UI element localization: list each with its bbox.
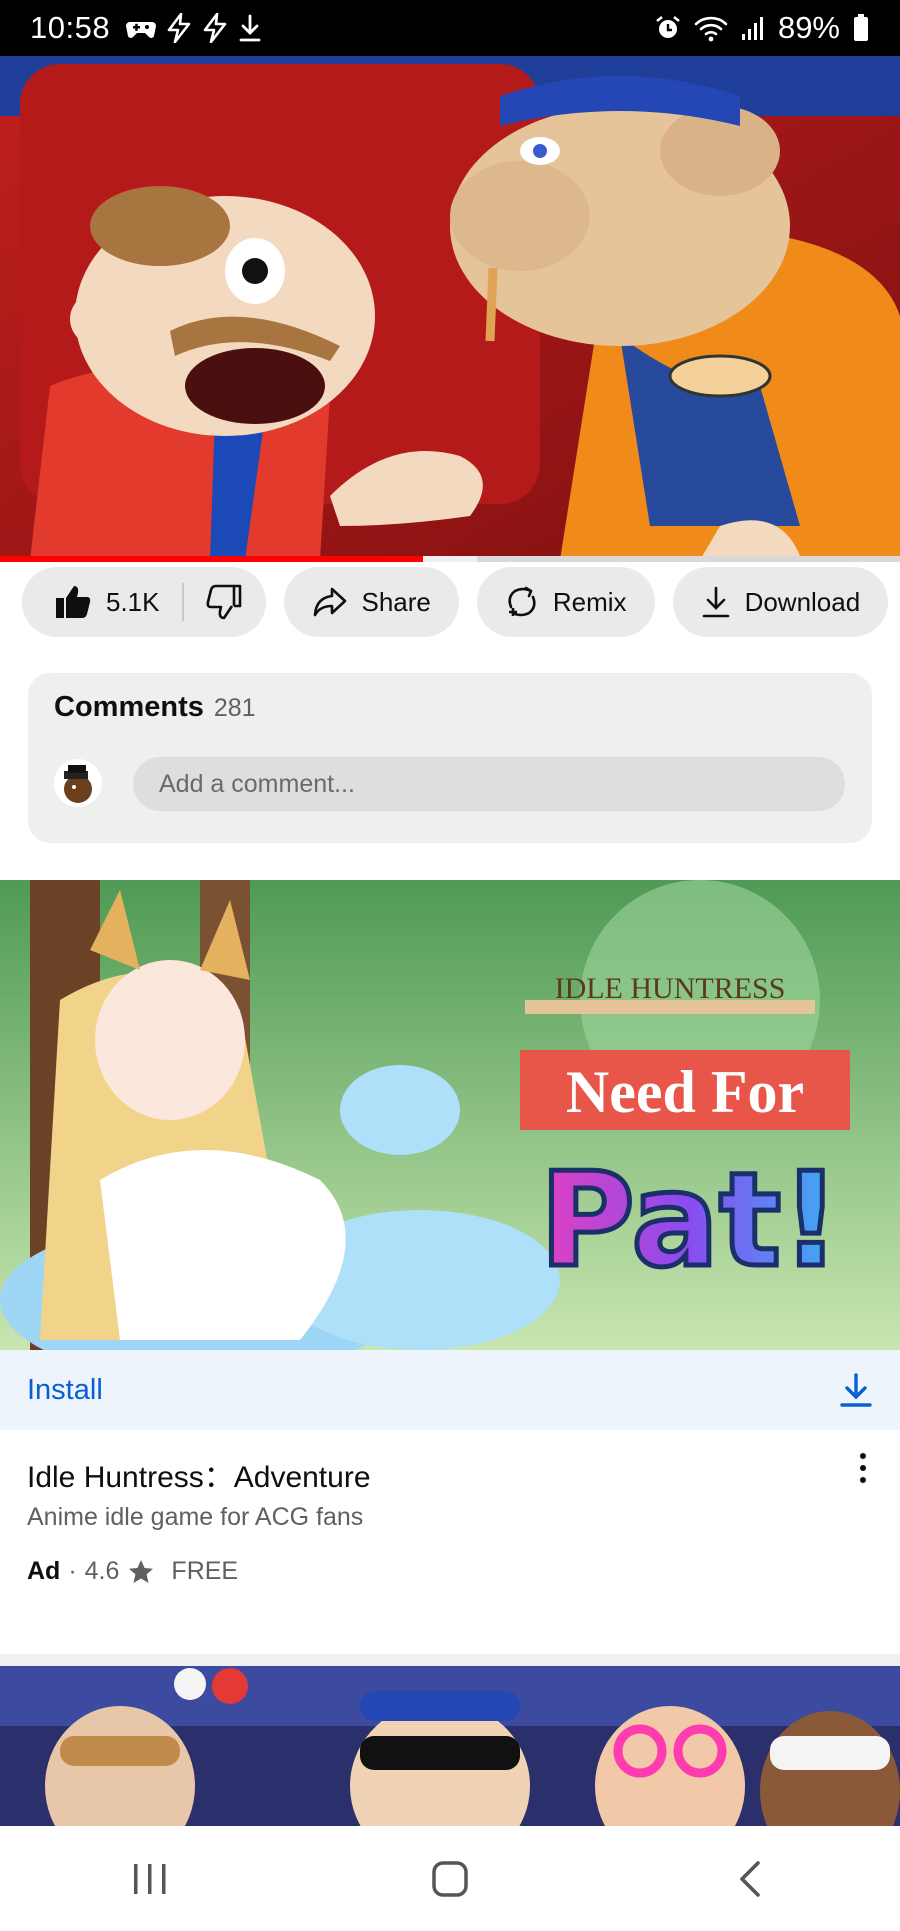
remix-button[interactable]: Remix <box>476 567 655 637</box>
remix-label: Remix <box>552 586 627 617</box>
bolt-icon <box>203 13 227 43</box>
video-frame <box>0 56 900 560</box>
section-divider <box>0 1654 900 1666</box>
like-icon[interactable] <box>54 584 92 620</box>
video-progress-bar[interactable] <box>0 556 900 562</box>
ad-artwork: IDLE HUNTRESS Need For Pat! <box>0 880 900 1350</box>
download-icon <box>702 586 729 618</box>
progress-buffered <box>423 556 477 562</box>
progress-played <box>0 556 423 562</box>
comments-panel[interactable]: Comments 281 Add a comment... <box>28 673 872 843</box>
status-notification-icons <box>126 13 262 43</box>
star-icon <box>129 1559 154 1583</box>
battery-percent: 89% <box>777 10 840 45</box>
ad-logo-text: IDLE HUNTRESS <box>555 972 786 1005</box>
more-options-icon[interactable] <box>848 1448 878 1488</box>
comment-input[interactable]: Add a comment... <box>133 757 845 811</box>
ad-price: FREE <box>171 1557 239 1585</box>
alarm-icon <box>656 15 680 38</box>
share-button[interactable]: Share <box>283 567 459 637</box>
meta-separator: · <box>68 1557 77 1585</box>
battery-icon <box>854 14 868 41</box>
recents-icon <box>134 1863 166 1894</box>
status-bar: 10:58 89% <box>0 0 900 56</box>
wifi-icon <box>694 16 728 42</box>
ad-banner-text: Need For <box>566 1059 804 1125</box>
ad-banner-image[interactable]: IDLE HUNTRESS Need For Pat! <box>0 880 900 1350</box>
remix-icon <box>508 586 536 617</box>
video-player[interactable] <box>0 56 900 560</box>
bolt-icon <box>167 13 191 43</box>
like-divider <box>181 583 184 621</box>
ad-meta: Ad · 4.6 FREE <box>27 1557 238 1586</box>
download-label: Download <box>744 586 861 617</box>
download-icon <box>239 14 261 42</box>
system-nav-bar <box>0 1826 900 1931</box>
ad-rating: 4.6 <box>84 1557 120 1585</box>
comments-title: Comments <box>54 691 204 723</box>
ad-description: Anime idle game for ACG fans <box>27 1503 364 1531</box>
status-time: 10:58 <box>30 10 111 45</box>
next-video-artwork <box>0 1666 900 1826</box>
ad-badge: Ad <box>27 1557 61 1585</box>
video-action-row: 5.1K Share Remix Download <box>22 567 889 637</box>
like-count: 5.1K <box>106 586 160 617</box>
like-dislike-group: 5.1K <box>22 567 266 637</box>
ad-title[interactable]: Idle Huntress：Adventure <box>27 1452 371 1496</box>
next-video-thumbnail[interactable] <box>0 1666 900 1826</box>
status-system-icons: 89% <box>654 10 870 46</box>
install-label: Install <box>27 1373 103 1406</box>
avatar <box>54 759 102 807</box>
comments-header: Comments 281 <box>54 691 256 724</box>
dislike-icon[interactable] <box>206 584 244 620</box>
home-icon <box>432 1860 468 1897</box>
download-icon <box>840 1373 872 1407</box>
recents-button[interactable] <box>90 1839 210 1919</box>
home-button[interactable] <box>390 1839 510 1919</box>
gamepad-icon <box>126 22 157 38</box>
comments-count: 281 <box>213 694 256 722</box>
share-icon <box>313 587 346 617</box>
ad-headline-text: Pat! <box>540 1144 841 1296</box>
back-icon <box>740 1860 760 1897</box>
install-bar[interactable]: Install <box>0 1350 900 1430</box>
signal-icon <box>741 17 763 40</box>
share-label: Share <box>361 586 431 617</box>
download-button[interactable]: Download <box>672 567 889 637</box>
back-button[interactable] <box>690 1839 810 1919</box>
